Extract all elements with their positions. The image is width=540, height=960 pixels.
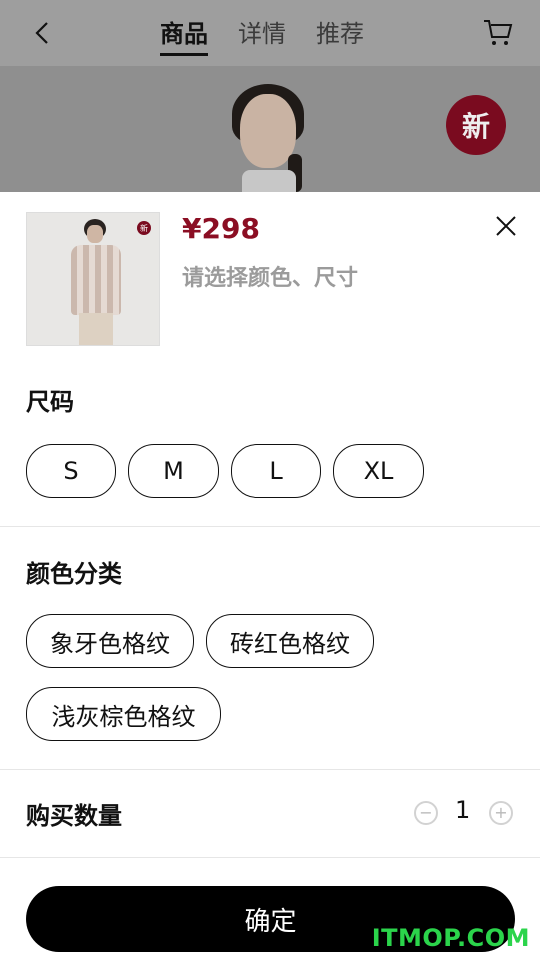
divider xyxy=(0,526,540,527)
thumbnail-new-badge: 新 xyxy=(137,221,151,235)
sku-selection-sheet: 新 ¥298 请选择颜色、尺寸 尺码 S M L XL 颜色分类 象牙色格纹 砖… xyxy=(0,192,540,960)
tab-details[interactable]: 详情 xyxy=(238,14,286,56)
size-option-s[interactable]: S xyxy=(26,444,116,498)
color-option-brick-red-plaid[interactable]: 砖红色格纹 xyxy=(206,614,374,668)
size-option-m[interactable]: M xyxy=(128,444,219,498)
tab-recommend[interactable]: 推荐 xyxy=(316,14,364,56)
close-icon[interactable] xyxy=(494,214,518,238)
divider xyxy=(0,769,540,770)
decrease-quantity-button[interactable]: − xyxy=(414,801,438,825)
color-option-light-gray-brown-plaid[interactable]: 浅灰棕色格纹 xyxy=(26,687,221,741)
price: ¥298 xyxy=(182,212,260,245)
quantity-value[interactable]: 1 xyxy=(455,796,470,824)
selection-hint: 请选择颜色、尺寸 xyxy=(182,266,359,291)
cart-icon[interactable] xyxy=(482,16,514,48)
quantity-section-title: 购买数量 xyxy=(26,802,122,830)
increase-quantity-button[interactable]: + xyxy=(489,801,513,825)
model-photo xyxy=(228,84,304,192)
new-badge: 新 xyxy=(446,95,506,155)
product-thumbnail: 新 xyxy=(26,212,160,346)
tab-product[interactable]: 商品 xyxy=(160,14,208,56)
size-option-l[interactable]: L xyxy=(231,444,321,498)
color-option-ivory-plaid[interactable]: 象牙色格纹 xyxy=(26,614,194,668)
tab-bar: 商品 详情 推荐 xyxy=(160,14,364,56)
size-section-title: 尺码 xyxy=(26,388,74,416)
size-option-xl[interactable]: XL xyxy=(333,444,424,498)
divider xyxy=(0,857,540,858)
chevron-left-icon[interactable] xyxy=(28,18,58,48)
top-navigation-bar: 商品 详情 推荐 xyxy=(0,0,540,66)
watermark: ITMOP.COM xyxy=(371,924,530,952)
color-section-title: 颜色分类 xyxy=(26,560,122,588)
